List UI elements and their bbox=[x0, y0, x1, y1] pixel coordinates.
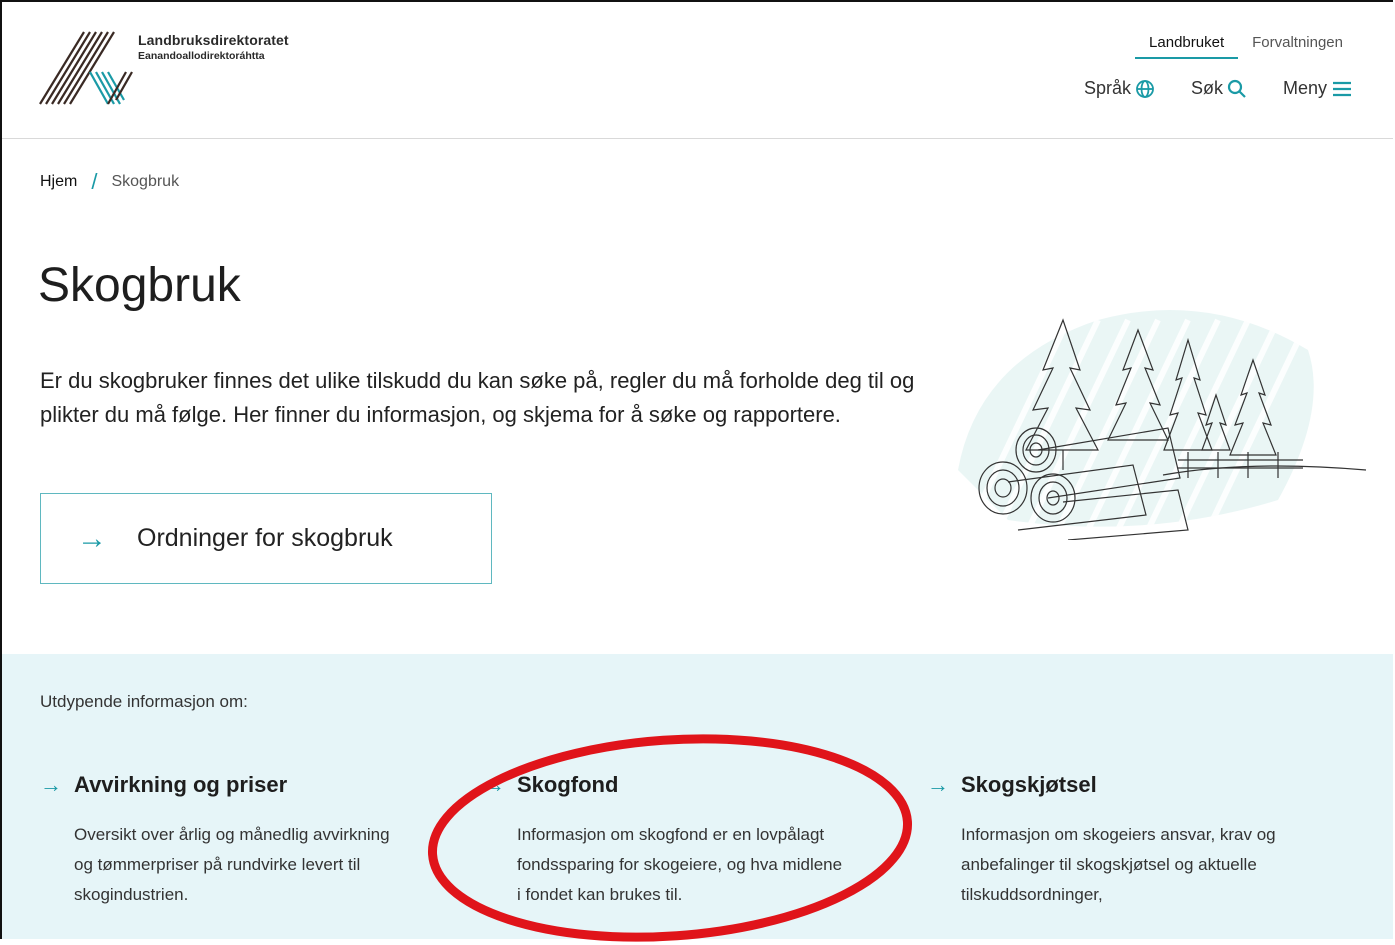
search-label: Søk bbox=[1190, 78, 1223, 98]
card-title: Skogfond bbox=[517, 772, 619, 797]
more-info-label: Utdypende informasjon om: bbox=[40, 692, 248, 711]
card-skogfond: → Skogfond Informasjon om skogfond er en… bbox=[483, 772, 843, 910]
card-skogfond-link[interactable]: → Skogfond bbox=[483, 772, 843, 798]
page-intro: Er du skogbruker finnes det ulike tilsku… bbox=[40, 368, 915, 427]
search-icon bbox=[1227, 79, 1246, 98]
page-title: Skogbruk bbox=[38, 259, 241, 312]
menu-button[interactable]: Meny bbox=[1283, 78, 1353, 99]
card-text: Informasjon om skogfond er en lovpålagt … bbox=[517, 825, 843, 904]
header-divider bbox=[2, 138, 1393, 139]
menu-icon bbox=[1333, 81, 1351, 96]
site-logo[interactable]: Landbruksdirektoratet Eanandoallodirekto… bbox=[38, 30, 318, 110]
arrow-right-icon: → bbox=[77, 521, 107, 555]
card-avvirkning-link[interactable]: → Avvirkning og priser bbox=[40, 772, 400, 798]
arrow-right-icon: → bbox=[40, 772, 62, 797]
language-button[interactable]: Språk bbox=[1084, 78, 1155, 99]
tab-landbruket[interactable]: Landbruket bbox=[1135, 32, 1239, 59]
arrow-right-icon: → bbox=[483, 772, 505, 797]
more-info-section: Utdypende informasjon om: → Avvirkning o… bbox=[2, 654, 1393, 939]
breadcrumb-current: Skogbruk bbox=[111, 173, 180, 190]
logo-mark-icon bbox=[39, 31, 133, 105]
cta-label: Ordninger for skogbruk bbox=[137, 524, 393, 552]
globe-icon bbox=[1136, 79, 1154, 98]
audience-tabs: Landbruket Forvaltningen bbox=[1135, 32, 1357, 59]
breadcrumb-home[interactable]: Hjem bbox=[40, 173, 77, 191]
card-skogskjotsel-link[interactable]: → Skogskjøtsel bbox=[927, 772, 1287, 798]
card-text: Informasjon om skogeiers ansvar, krav og… bbox=[961, 825, 1276, 904]
arrow-right-icon: → bbox=[927, 772, 949, 797]
search-button[interactable]: Søk bbox=[1191, 78, 1247, 99]
header-tools: Språk Søk Meny bbox=[1084, 78, 1353, 99]
card-title: Skogskjøtsel bbox=[961, 772, 1097, 797]
language-label: Språk bbox=[1083, 78, 1131, 98]
card-title: Avvirkning og priser bbox=[74, 772, 288, 797]
logo-subtitle: Eanandoallodirektoráhtta bbox=[138, 50, 265, 62]
menu-label: Meny bbox=[1282, 78, 1327, 98]
card-text: Oversikt over årlig og månedlig avvirkni… bbox=[74, 825, 390, 904]
breadcrumb: Hjem / Skogbruk bbox=[40, 169, 179, 195]
cta-ordninger-button[interactable]: → Ordninger for skogbruk bbox=[40, 493, 492, 584]
tab-forvaltningen[interactable]: Forvaltningen bbox=[1238, 32, 1357, 59]
breadcrumb-separator: / bbox=[91, 169, 98, 194]
forest-logs-illustration bbox=[958, 310, 1367, 540]
card-avvirkning: → Avvirkning og priser Oversikt over årl… bbox=[40, 772, 400, 910]
card-skogskjotsel: → Skogskjøtsel Informasjon om skogeiers … bbox=[927, 772, 1287, 910]
logo-title: Landbruksdirektoratet bbox=[138, 32, 289, 48]
